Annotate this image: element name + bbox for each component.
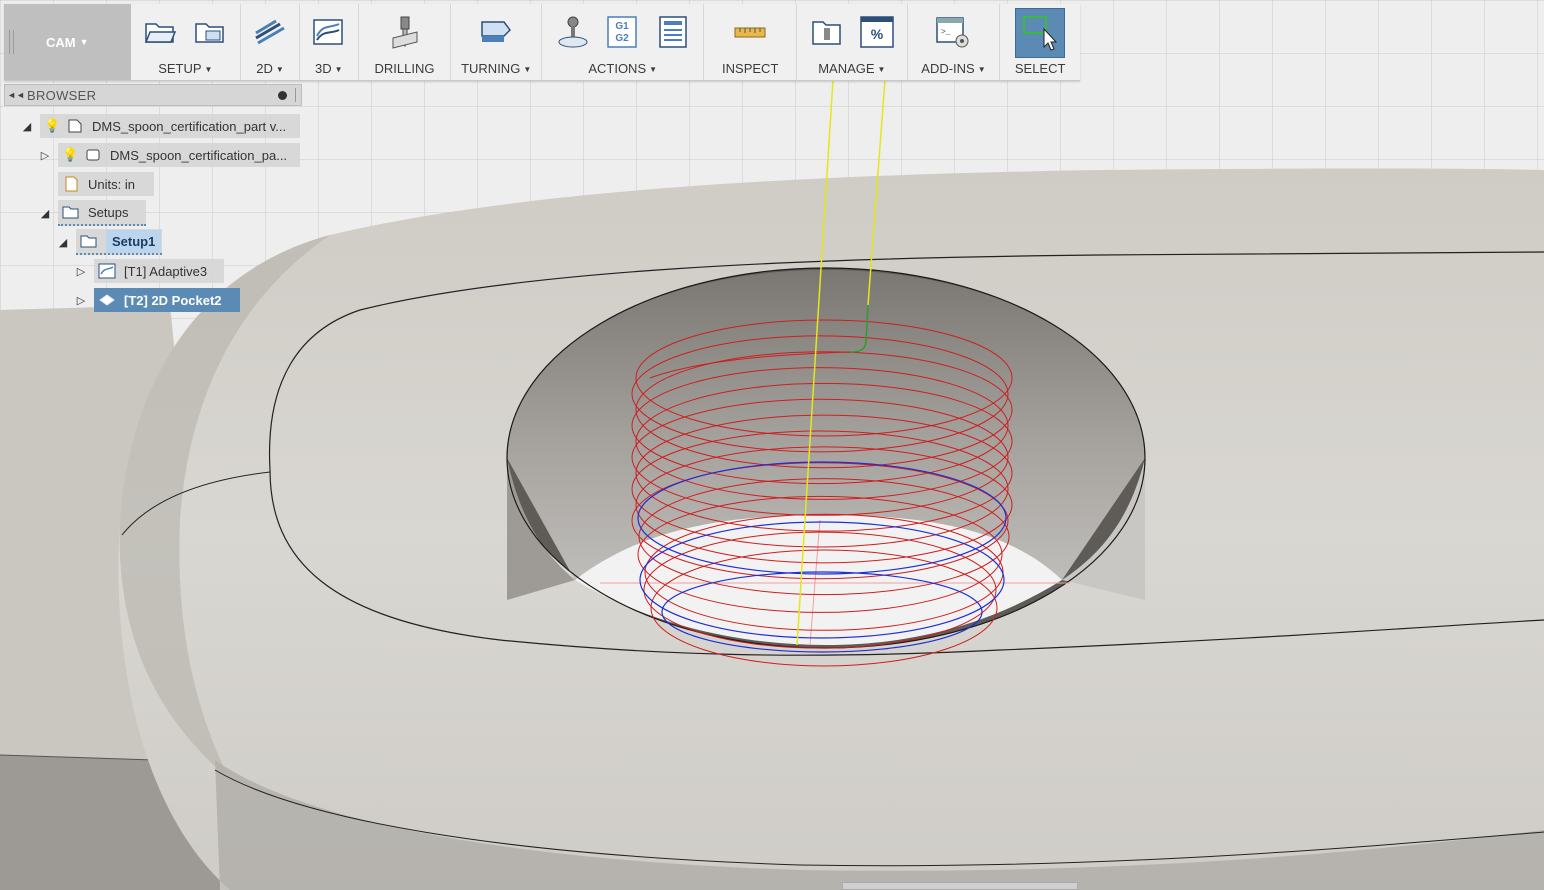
- turning-icon[interactable]: [478, 14, 514, 50]
- toolbar: CAM ▼ SETUP ▼ 2D ▼ 3D ▼ DRILLING TURNING ▼ G1…: [4, 4, 1080, 81]
- expanded-triangle-icon[interactable]: ◢: [38, 207, 52, 220]
- select-icon[interactable]: [1015, 8, 1066, 58]
- add-ins-label: ADD-INS: [921, 61, 975, 76]
- manage-label: MANAGE: [818, 61, 875, 76]
- setup-folder-icon: [80, 235, 97, 248]
- component-name: DMS_spoon_certification_pa...: [110, 147, 288, 163]
- expanded-triangle-icon[interactable]: ◢: [20, 120, 34, 133]
- measure-ruler-icon[interactable]: [732, 14, 768, 50]
- add-ins-group[interactable]: >_ ADD-INS ▼: [908, 4, 1001, 80]
- workspace-label: CAM: [46, 34, 76, 50]
- units-label: Units: in: [88, 176, 135, 192]
- simulate-icon[interactable]: [555, 14, 591, 50]
- body-icon: [86, 149, 100, 161]
- root-document-name: DMS_spoon_certification_part v...: [92, 118, 287, 134]
- inspect-label: INSPECT: [722, 61, 779, 76]
- scripts-addins-icon[interactable]: >_: [935, 14, 971, 50]
- workspace-switcher[interactable]: CAM ▼: [4, 4, 131, 80]
- setup-group[interactable]: SETUP ▼: [131, 4, 242, 80]
- chevron-down-icon: ▼: [79, 37, 89, 47]
- tree-setup1-node[interactable]: ◢ Setup1: [56, 229, 162, 255]
- tree-operation-node-selected[interactable]: ▷ [T2] 2D Pocket2: [74, 288, 240, 312]
- inspect-group[interactable]: INSPECT: [704, 4, 798, 80]
- visibility-bulb-icon[interactable]: 💡: [44, 118, 60, 134]
- collapse-icon[interactable]: ◄◄: [5, 90, 27, 100]
- 2d-milling-icon[interactable]: [252, 14, 288, 50]
- 3d-group[interactable]: 3D ▼: [300, 4, 359, 80]
- chevron-down-icon: ▼: [649, 65, 658, 74]
- browser-header[interactable]: ◄◄ BROWSER: [4, 84, 302, 106]
- tree-root-node[interactable]: ◢ 💡 DMS_spoon_certification_part v...: [20, 114, 300, 138]
- 3d-milling-icon[interactable]: [311, 14, 347, 50]
- percent-text: %: [871, 26, 884, 42]
- setup-folder-icon[interactable]: [142, 14, 178, 50]
- collapsed-triangle-icon[interactable]: ▷: [74, 265, 88, 278]
- turning-group[interactable]: TURNING ▼: [451, 4, 542, 80]
- pin-icon[interactable]: [278, 90, 287, 100]
- tool-library-icon[interactable]: [809, 14, 845, 50]
- 2d-label: 2D: [256, 61, 273, 76]
- tree-units-node[interactable]: Units: in: [58, 172, 154, 196]
- operation-adaptive-label: [T1] Adaptive3: [124, 263, 208, 279]
- expanded-triangle-icon[interactable]: ◢: [56, 236, 70, 249]
- collapsed-triangle-icon[interactable]: ▷: [38, 149, 52, 162]
- actions-group[interactable]: G1 G2 ACTIONS ▼: [542, 4, 705, 80]
- actions-label: ACTIONS: [588, 61, 647, 76]
- navigation-bar[interactable]: [842, 882, 1078, 890]
- adaptive-operation-icon: [98, 263, 116, 279]
- chevron-down-icon: ▼: [523, 65, 532, 74]
- setup-label: SETUP: [158, 61, 202, 76]
- tree-setups-node[interactable]: ◢ Setups: [38, 200, 146, 226]
- drill-icon[interactable]: [387, 14, 423, 50]
- svg-text:>_: >_: [941, 28, 951, 37]
- panel-resize-handle[interactable]: [295, 88, 298, 102]
- gcode-g2-text: G2: [615, 33, 629, 44]
- turning-label: TURNING: [461, 61, 521, 76]
- drilling-group[interactable]: DRILLING: [359, 4, 452, 80]
- 2d-group[interactable]: 2D ▼: [241, 4, 300, 80]
- setups-folder-icon: [62, 206, 79, 219]
- toolbar-grip[interactable]: [9, 30, 14, 54]
- document-icon: [68, 119, 82, 133]
- select-label: SELECT: [1014, 61, 1066, 76]
- manage-group[interactable]: % MANAGE ▼: [797, 4, 908, 80]
- chevron-down-icon: ▼: [977, 65, 986, 74]
- setup1-label: Setup1: [106, 229, 162, 253]
- gcode-g1-text: G1: [615, 21, 629, 32]
- operation-pocket-label: [T2] 2D Pocket2: [124, 292, 222, 308]
- 3d-label: 3D: [315, 61, 332, 76]
- select-group[interactable]: SELECT: [1000, 4, 1080, 80]
- post-library-icon[interactable]: %: [859, 14, 895, 50]
- chevron-down-icon: ▼: [275, 65, 284, 74]
- chevron-down-icon: ▼: [877, 65, 886, 74]
- post-process-icon[interactable]: G1G2: [605, 14, 641, 50]
- setups-label: Setups: [88, 204, 129, 220]
- setup-sheet-icon[interactable]: [655, 14, 691, 50]
- chevron-down-icon: ▼: [334, 65, 343, 74]
- tree-operation-node[interactable]: ▷ [T1] Adaptive3: [74, 259, 224, 283]
- units-document-icon: [65, 176, 78, 192]
- browser-title: BROWSER: [27, 87, 97, 103]
- collapsed-triangle-icon[interactable]: ▷: [74, 294, 88, 307]
- setup-stock-icon[interactable]: [192, 14, 228, 50]
- chevron-down-icon: ▼: [204, 65, 213, 74]
- visibility-bulb-icon[interactable]: 💡: [62, 147, 78, 163]
- pocket-operation-icon: [99, 294, 115, 306]
- tree-component-node[interactable]: ▷ 💡 DMS_spoon_certification_pa...: [38, 143, 300, 167]
- drilling-label: DRILLING: [374, 61, 435, 76]
